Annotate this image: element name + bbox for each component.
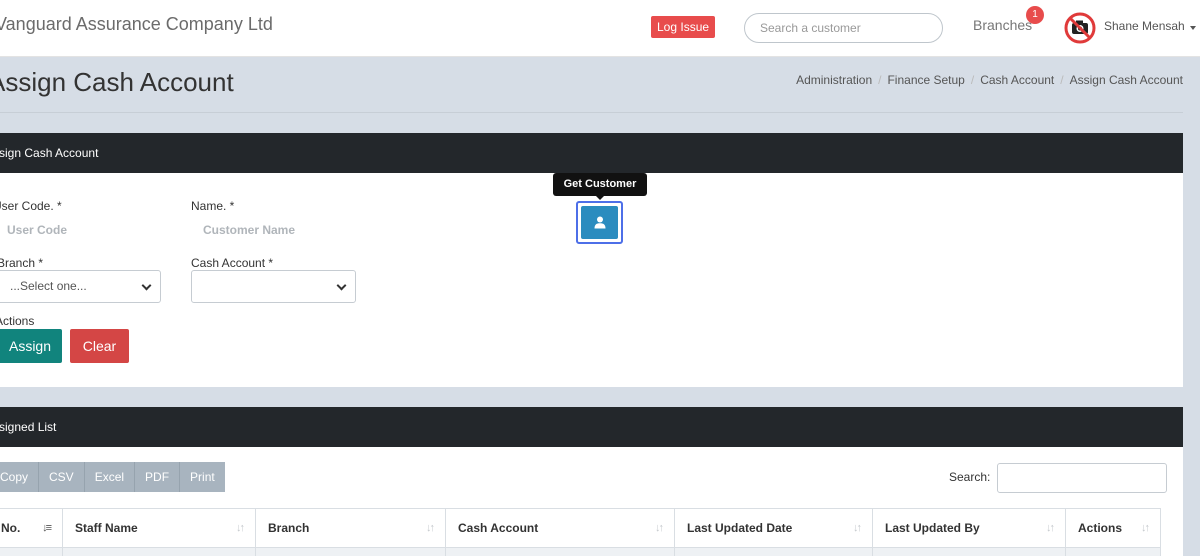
chevron-down-icon	[336, 280, 347, 291]
branch-select[interactable]: ...Select one...	[0, 270, 161, 303]
pdf-button[interactable]: PDF	[135, 462, 181, 492]
cash-account-select[interactable]	[191, 270, 356, 303]
chevron-down-icon	[141, 280, 152, 291]
title-divider	[0, 112, 1183, 113]
breadcrumb: Administration / Finance Setup / Cash Accoun…	[796, 73, 1183, 87]
breadcrumb-finance-setup[interactable]: Finance Setup	[887, 73, 964, 87]
assign-button[interactable]: Assign	[0, 329, 62, 363]
page-title: Assign Cash Account	[0, 67, 234, 97]
column-header-staff-name[interactable]: Staff Name ↓↑	[62, 508, 256, 548]
sort-icon: ↓↑	[655, 522, 664, 534]
user-icon	[594, 216, 605, 229]
assign-card-title: Assign Cash Account	[0, 146, 99, 160]
assigned-list-table: No. ↓≡ Staff Name ↓↑ Branch ↓↑ Cash Account…	[0, 508, 1161, 556]
cash-account-label: Cash Account *	[191, 256, 274, 270]
column-header-no[interactable]: No. ↓≡	[0, 508, 63, 548]
column-header-branch[interactable]: Branch ↓↑	[255, 508, 446, 548]
assign-cash-account-card: Assign Cash Account User Code. * Name. *…	[0, 133, 1183, 387]
table-row	[0, 547, 1161, 556]
name-label: Name. *	[191, 199, 235, 213]
actions-label: Actions	[0, 314, 35, 328]
branches-link[interactable]: Branches	[973, 17, 1032, 33]
branches-count-badge: 1	[1026, 6, 1044, 24]
list-card-title: Assigned List	[0, 420, 57, 434]
user-menu[interactable]: Shane Mensah	[1104, 19, 1185, 33]
customer-name-input[interactable]	[203, 223, 353, 237]
column-header-last-updated-by[interactable]: Last Updated By ↓↑	[872, 508, 1066, 548]
get-customer-button[interactable]	[576, 201, 623, 244]
user-code-input[interactable]	[7, 223, 157, 237]
table-search-input[interactable]	[997, 463, 1167, 493]
company-name: Vanguard Assurance Company Ltd	[0, 14, 273, 34]
sort-icon: ↓↑	[853, 522, 862, 534]
tooltip-arrow	[596, 196, 604, 200]
user-code-label: User Code. *	[0, 199, 62, 213]
sort-active-icon: ↓≡	[42, 522, 52, 534]
assigned-list-card: Assigned List Copy CSV Excel PDF Print S…	[0, 407, 1183, 556]
no-camera-avatar-icon[interactable]	[1064, 12, 1096, 44]
sort-icon: ↓↑	[426, 522, 435, 534]
get-customer-tooltip: Get Customer	[553, 173, 647, 196]
assign-card-header: Assign Cash Account	[0, 133, 1183, 173]
branch-label: Branch *	[0, 256, 44, 270]
breadcrumb-current: Assign Cash Account	[1069, 73, 1183, 87]
clear-button[interactable]: Clear	[70, 329, 129, 363]
sort-icon: ↓↑	[236, 522, 245, 534]
caret-down-icon[interactable]	[1190, 26, 1196, 30]
copy-button[interactable]: Copy	[0, 462, 40, 492]
column-header-last-updated-date[interactable]: Last Updated Date ↓↑	[674, 508, 873, 548]
branch-selected-value: ...Select one...	[10, 279, 87, 293]
export-button-group: Copy CSV Excel PDF Print	[0, 462, 225, 492]
column-header-actions[interactable]: Actions ↓↑	[1065, 508, 1161, 548]
excel-button[interactable]: Excel	[84, 462, 136, 492]
column-header-cash-account[interactable]: Cash Account ↓↑	[445, 508, 675, 548]
log-issue-button[interactable]: Log Issue	[651, 16, 716, 38]
table-search-label: Search:	[949, 470, 991, 484]
sort-icon: ↓↑	[1141, 522, 1150, 534]
top-navbar: Vanguard Assurance Company Ltd Log Issue…	[0, 0, 1200, 57]
print-button[interactable]: Print	[180, 462, 225, 492]
table-header-row: No. ↓≡ Staff Name ↓↑ Branch ↓↑ Cash Account…	[0, 508, 1161, 548]
breadcrumb-administration[interactable]: Administration	[796, 73, 872, 87]
sort-icon: ↓↑	[1046, 522, 1055, 534]
breadcrumb-cash-account[interactable]: Cash Account	[980, 73, 1054, 87]
list-card-header: Assigned List	[0, 407, 1183, 447]
customer-search-input[interactable]	[744, 13, 943, 43]
csv-button[interactable]: CSV	[39, 462, 85, 492]
